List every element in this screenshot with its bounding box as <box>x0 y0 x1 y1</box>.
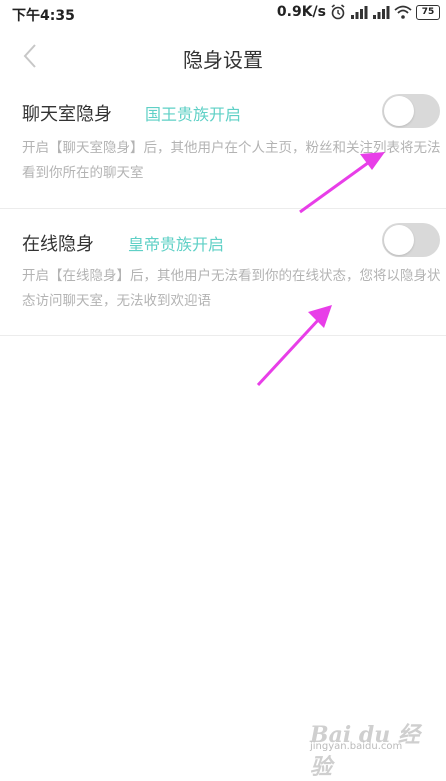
setting-description: 开启【在线隐身】后，其他用户无法看到你的在线状态，您将以隐身状态访问聊天室，无法… <box>22 268 441 309</box>
setting-chatroom-invisible: 聊天室隐身 国王贵族开启 开启【聊天室隐身】后，其他用户在个人主页，粉丝和关注列… <box>0 90 446 200</box>
setting-description: 开启【聊天室隐身】后，其他用户在个人主页，粉丝和关注列表将无法看到你所在的聊天室 <box>22 140 441 181</box>
network-speed: 0.9K/s <box>276 4 326 20</box>
alarm-icon <box>331 4 345 20</box>
chatroom-invisible-toggle[interactable] <box>382 94 440 128</box>
nav-bar: 隐身设置 <box>0 34 446 78</box>
divider <box>0 335 446 336</box>
status-time: 下午4:35 <box>12 8 75 24</box>
setting-badge: 皇帝贵族开启 <box>128 235 225 254</box>
setting-title: 聊天室隐身 <box>22 104 112 125</box>
battery-level: 75 <box>421 6 435 17</box>
divider <box>0 208 446 209</box>
status-bar: 下午4:35 0.9K/s 75 <box>0 0 446 28</box>
setting-title: 在线隐身 <box>22 234 94 255</box>
signal-icon <box>373 6 390 19</box>
watermark-url: jingyan.baidu.com <box>310 741 403 752</box>
toggle-knob <box>384 225 414 255</box>
watermark: Bai du 经验 jingyan.baidu.com <box>310 713 430 780</box>
setting-badge: 国王贵族开启 <box>145 105 242 124</box>
status-icons: 0.9K/s 75 <box>277 4 440 20</box>
page-title: 隐身设置 <box>183 48 263 72</box>
battery-icon: 75 <box>416 4 440 20</box>
signal-icon <box>351 6 368 19</box>
toggle-knob <box>384 96 414 126</box>
setting-online-invisible: 在线隐身 皇帝贵族开启 开启【在线隐身】后，其他用户无法看到你的在线状态，您将以… <box>0 220 446 330</box>
online-invisible-toggle[interactable] <box>382 223 440 257</box>
wifi-icon <box>394 5 412 19</box>
